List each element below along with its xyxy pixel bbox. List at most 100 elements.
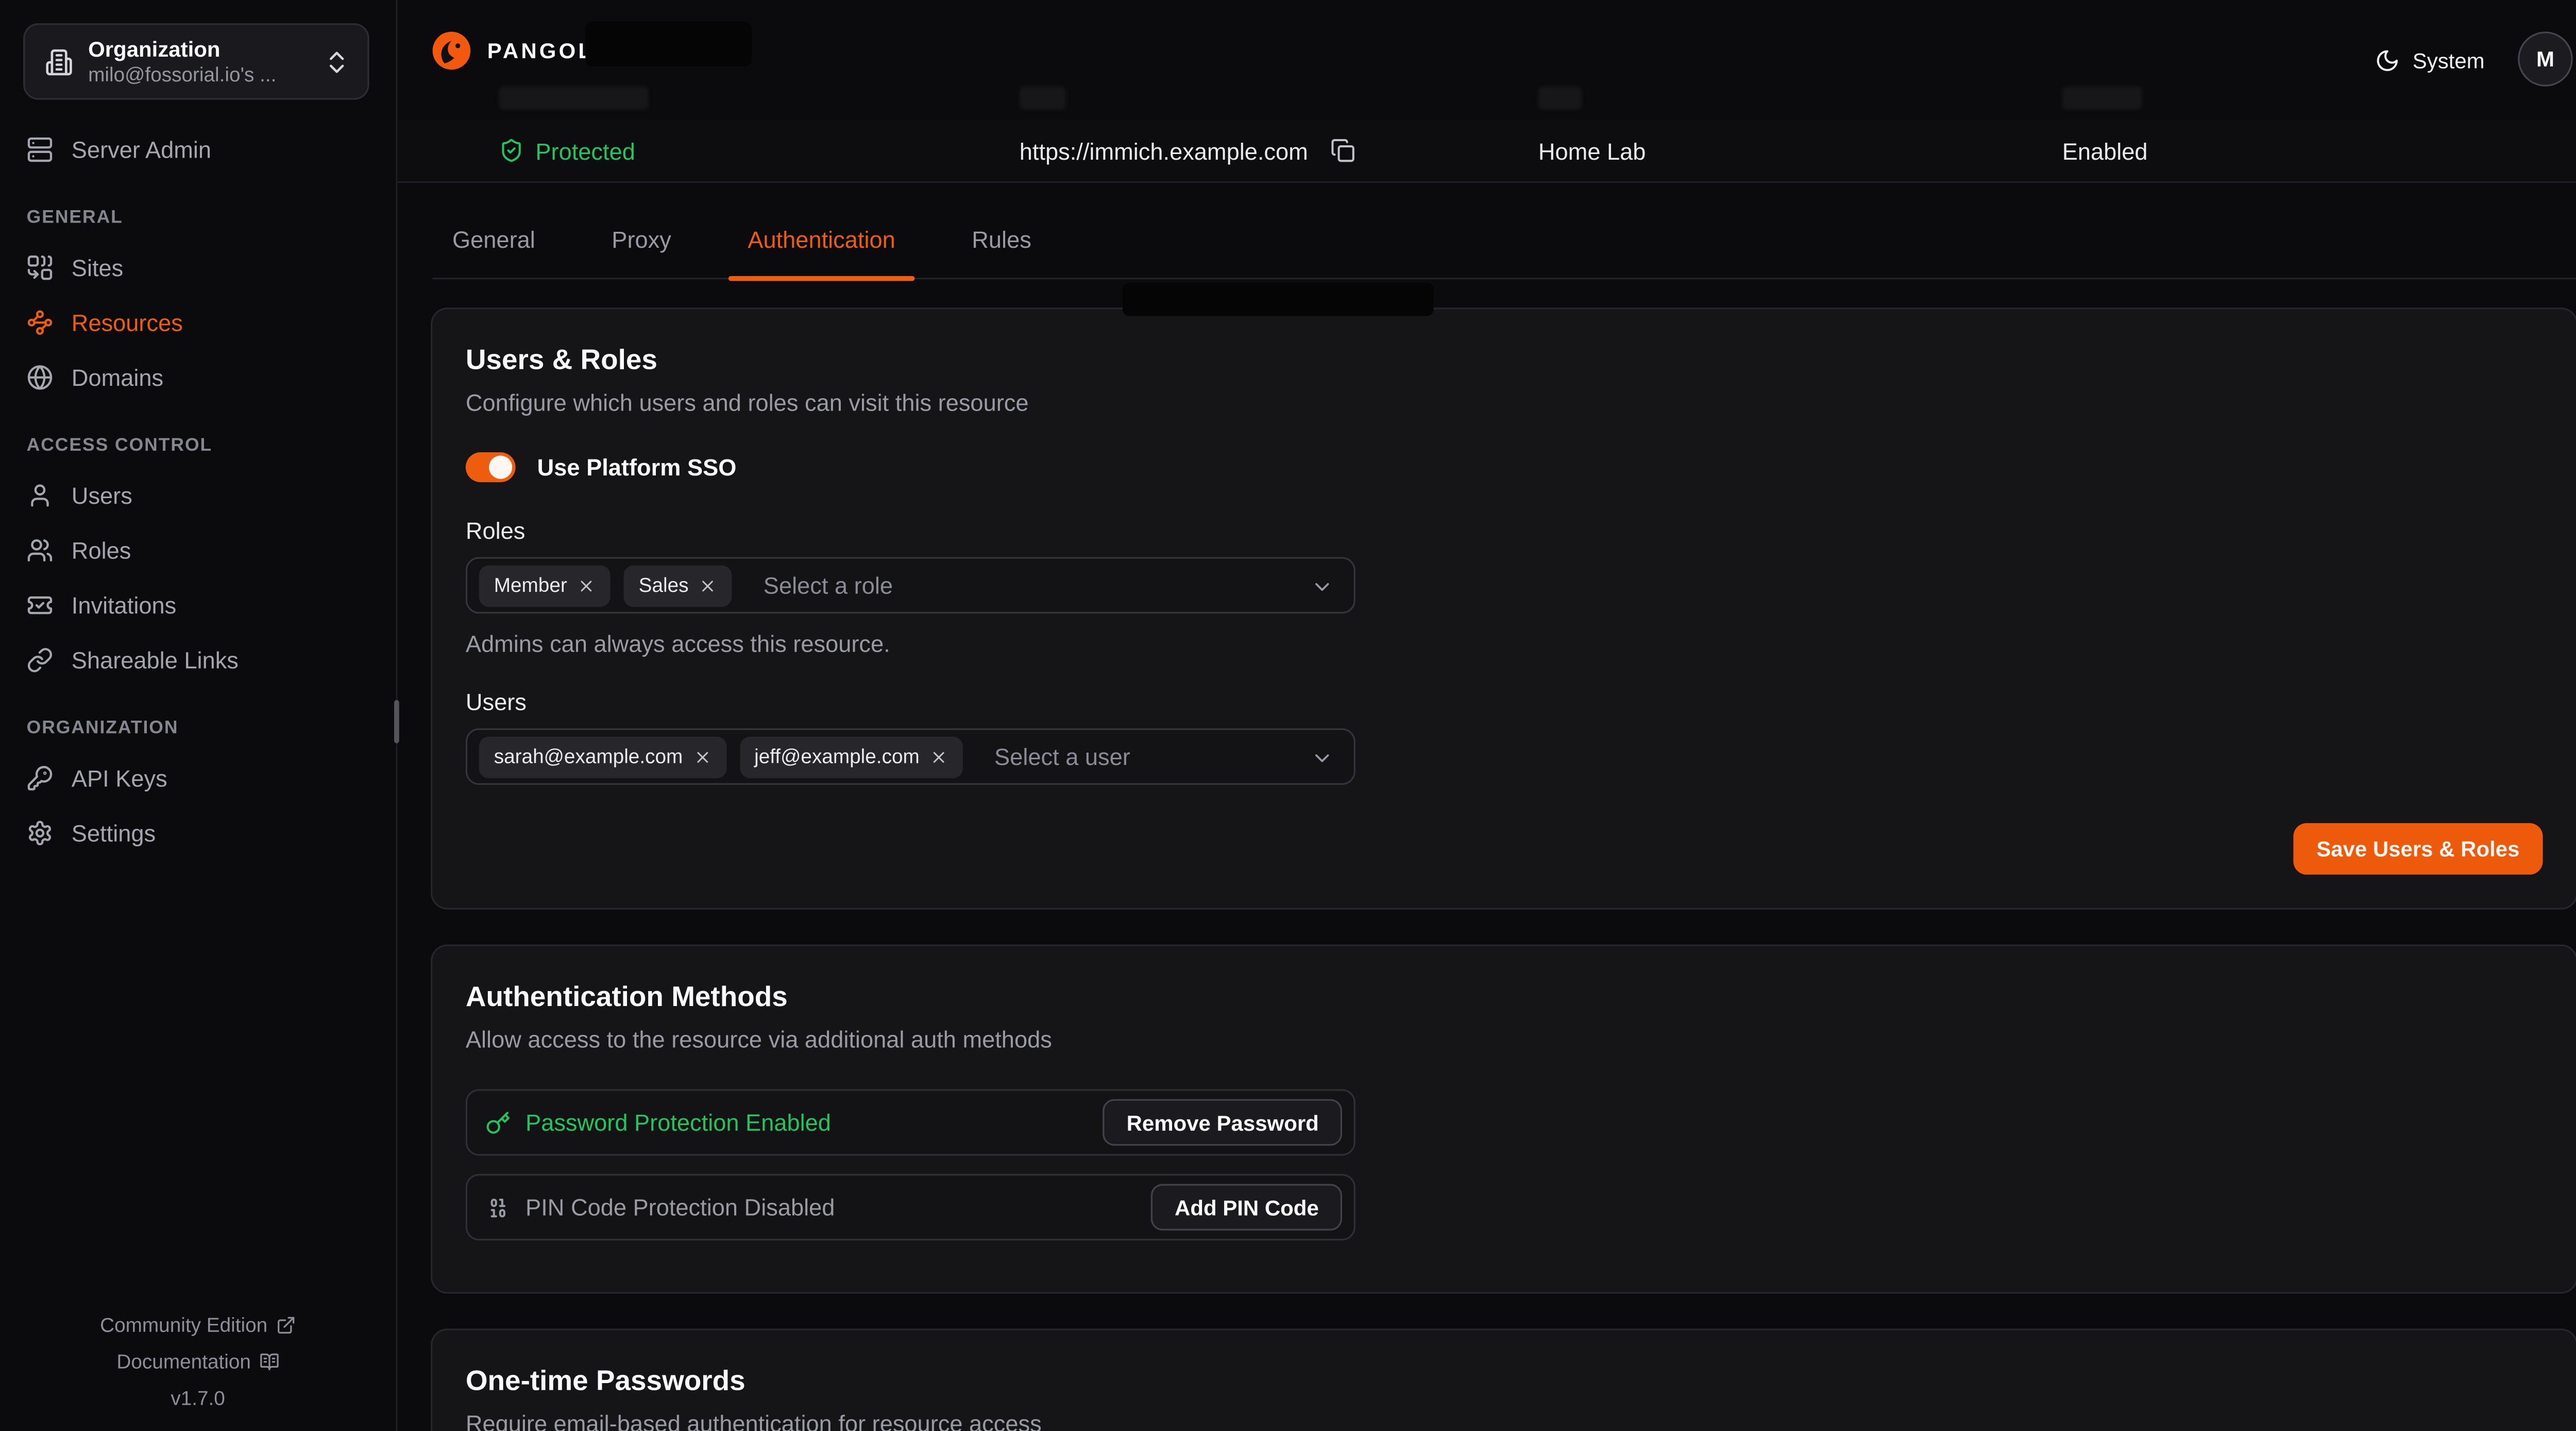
chevron-down-icon bbox=[1311, 746, 1334, 770]
role-tag: Member bbox=[479, 565, 611, 606]
user-tag: sarah@example.com bbox=[479, 736, 726, 777]
sidebar-item-api-keys[interactable]: API Keys bbox=[27, 755, 372, 800]
sidebar-item-label: Users bbox=[72, 482, 132, 508]
pangolin-logo-icon bbox=[429, 28, 474, 73]
sidebar-item-label: Sites bbox=[72, 253, 123, 280]
sidebar-item-label: Resources bbox=[72, 309, 183, 335]
sidebar-item-resources[interactable]: Resources bbox=[27, 299, 372, 344]
avatar[interactable]: M bbox=[2518, 31, 2573, 87]
platform-sso-toggle[interactable] bbox=[466, 452, 516, 482]
remove-tag-icon[interactable] bbox=[693, 747, 711, 766]
copy-icon[interactable] bbox=[1330, 138, 1354, 163]
sidebar-item-server-admin[interactable]: Server Admin bbox=[27, 126, 372, 171]
sidebar-section-organization: ORGANIZATION bbox=[27, 715, 372, 742]
protection-status: Protected bbox=[499, 120, 635, 181]
book-open-icon bbox=[259, 1352, 279, 1372]
card-footer: Save Users & Roles bbox=[466, 823, 2543, 875]
roles-select[interactable]: Member Sales Select a role bbox=[466, 557, 1355, 614]
add-pin-code-button[interactable]: Add PIN Code bbox=[1151, 1184, 1342, 1230]
sidebar-item-domains[interactable]: Domains bbox=[27, 354, 372, 399]
sidebar-item-shareable-links[interactable]: Shareable Links bbox=[27, 637, 372, 682]
sidebar-item-label: Domains bbox=[72, 363, 163, 390]
tab-rules[interactable]: Rules bbox=[952, 226, 1052, 278]
app-version: v1.7.0 bbox=[0, 1380, 396, 1417]
theme-label: System bbox=[2413, 47, 2485, 72]
role-tag: Sales bbox=[624, 565, 732, 606]
sidebar-item-users[interactable]: Users bbox=[27, 472, 372, 517]
tab-authentication[interactable]: Authentication bbox=[728, 226, 916, 278]
save-users-roles-button[interactable]: Save Users & Roles bbox=[2293, 823, 2543, 875]
avatar-initial: M bbox=[2536, 46, 2554, 71]
globe-icon bbox=[27, 363, 54, 390]
community-edition-link[interactable]: Community Edition bbox=[0, 1307, 396, 1343]
theme-toggle[interactable]: System bbox=[2374, 0, 2484, 120]
redacted-label-url bbox=[1020, 87, 1066, 110]
redacted-label-enabled bbox=[2062, 87, 2142, 110]
topbar: PANGOLIN System M bbox=[397, 0, 2576, 120]
documentation-link[interactable]: Documentation bbox=[0, 1343, 396, 1380]
resource-url: https://immich.example.com bbox=[1020, 120, 1354, 181]
resource-status-strip: Protected https://immich.example.com Hom… bbox=[397, 120, 2576, 183]
sidebar-footer: Community Edition Documentation v1.7.0 bbox=[0, 1307, 396, 1417]
redacted-label-site bbox=[1538, 87, 1582, 110]
users-select[interactable]: sarah@example.com jeff@example.com Selec… bbox=[466, 728, 1355, 785]
card-subtitle: Configure which users and roles can visi… bbox=[466, 389, 2543, 416]
org-switcher[interactable]: Organization milo@fossorial.io's ... bbox=[23, 23, 369, 99]
org-switcher-title: Organization bbox=[88, 36, 308, 62]
chevrons-up-down-icon bbox=[323, 47, 351, 76]
pin-protection-text: PIN Code Protection Disabled bbox=[526, 1194, 835, 1221]
sidebar-section-general: GENERAL bbox=[27, 205, 372, 231]
sidebar: Organization milo@fossorial.io's ... Ser… bbox=[0, 0, 397, 1431]
remove-tag-icon[interactable] bbox=[577, 576, 596, 595]
org-switcher-texts: Organization milo@fossorial.io's ... bbox=[88, 36, 308, 87]
server-icon bbox=[27, 135, 54, 162]
resource-enabled: Enabled bbox=[2062, 120, 2148, 181]
redacted-text bbox=[1123, 283, 1434, 316]
roles-field-label: Roles bbox=[466, 517, 2543, 544]
tab-proxy[interactable]: Proxy bbox=[592, 226, 691, 278]
otp-card: One-time Passwords Require email-based a… bbox=[431, 1328, 2576, 1431]
password-protection-status: Password Protection Enabled bbox=[486, 1109, 831, 1136]
card-subtitle: Require email-based authentication for r… bbox=[466, 1410, 2543, 1431]
sidebar-item-sites[interactable]: Sites bbox=[27, 245, 372, 289]
user-tag-label: jeff@example.com bbox=[754, 745, 920, 768]
sidebar-item-label: Shareable Links bbox=[72, 646, 239, 673]
redacted-breadcrumb bbox=[585, 22, 752, 66]
sso-row: Use Platform SSO bbox=[466, 452, 2543, 482]
remove-password-button[interactable]: Remove Password bbox=[1103, 1099, 1342, 1146]
sidebar-item-invitations[interactable]: Invitations bbox=[27, 582, 372, 627]
link-icon bbox=[27, 646, 54, 673]
users-icon bbox=[27, 536, 54, 563]
combine-icon bbox=[27, 253, 54, 280]
building-icon bbox=[45, 47, 73, 76]
external-link-icon bbox=[276, 1315, 296, 1335]
toggle-knob bbox=[489, 455, 512, 479]
pin-protection-status: PIN Code Protection Disabled bbox=[486, 1194, 835, 1221]
waypoints-icon bbox=[27, 309, 54, 335]
protection-status-text: Protected bbox=[535, 137, 635, 164]
users-select-placeholder: Select a user bbox=[994, 743, 1130, 770]
shield-check-icon bbox=[499, 138, 523, 163]
tab-bar: General Proxy Authentication Rules bbox=[432, 183, 2576, 279]
resource-enabled-text: Enabled bbox=[2062, 137, 2148, 164]
role-tag-label: Sales bbox=[639, 574, 689, 597]
documentation-label: Documentation bbox=[116, 1350, 251, 1373]
tab-general[interactable]: General bbox=[432, 226, 555, 278]
remove-tag-icon[interactable] bbox=[929, 747, 948, 766]
password-protection-text: Password Protection Enabled bbox=[526, 1109, 831, 1136]
password-protection-row: Password Protection Enabled Remove Passw… bbox=[466, 1089, 1355, 1155]
sidebar-item-settings[interactable]: Settings bbox=[27, 810, 372, 855]
sidebar-item-roles[interactable]: Roles bbox=[27, 527, 372, 572]
remove-tag-icon[interactable] bbox=[699, 576, 717, 595]
pangolin-app: Organization milo@fossorial.io's ... Ser… bbox=[0, 0, 2576, 1431]
sso-label: Use Platform SSO bbox=[537, 454, 737, 481]
admins-note: Admins can always access this resource. bbox=[466, 630, 2543, 657]
sidebar-item-label: Server Admin bbox=[72, 135, 211, 162]
sidebar-nav: Server Admin GENERAL Sites Resources Dom… bbox=[27, 126, 372, 864]
user-tag: jeff@example.com bbox=[739, 736, 963, 777]
sidebar-item-label: Invitations bbox=[72, 591, 177, 618]
key-round-icon bbox=[27, 764, 54, 791]
users-field-label: Users bbox=[466, 688, 2543, 715]
binary-icon bbox=[486, 1195, 511, 1219]
card-title: Users & Roles bbox=[466, 344, 2543, 378]
